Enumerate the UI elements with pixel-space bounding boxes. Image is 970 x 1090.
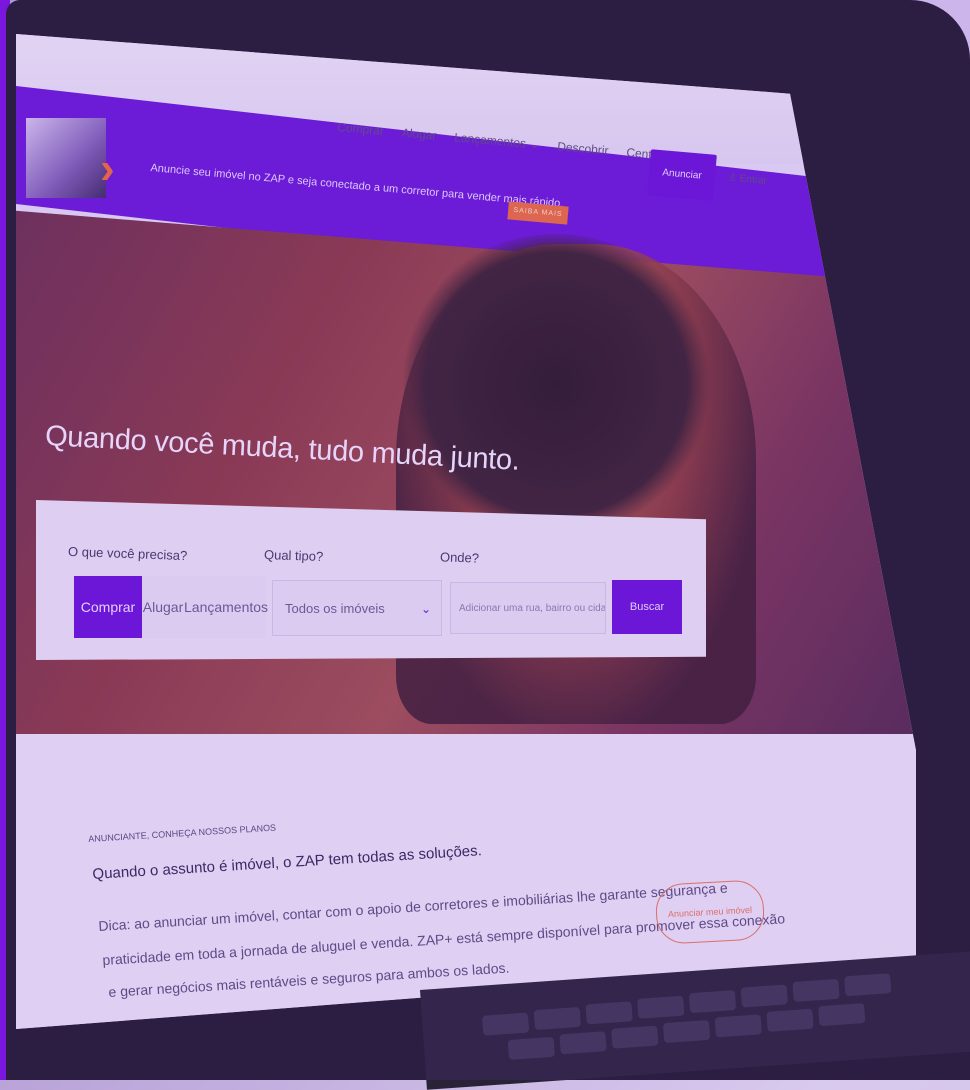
keyboard-key	[611, 1025, 659, 1049]
tab-alugar[interactable]: Alugar	[142, 576, 184, 638]
nav-link-alugar[interactable]: Alugar	[401, 126, 437, 143]
keyboard-key	[844, 973, 892, 997]
keyboard-key	[585, 1001, 633, 1025]
keyboard-key	[481, 1012, 530, 1036]
keyboard-key	[637, 995, 685, 1019]
keyboard-key	[662, 1019, 711, 1044]
location-input[interactable]: Adicionar uma rua, bairro ou cidade	[450, 582, 606, 634]
chevron-down-icon: ⌄	[420, 602, 431, 616]
label-where: Onde?	[439, 549, 480, 566]
laptop-screen: › Comprar Alugar Lançamentos ⌄ Descobrir…	[16, 34, 916, 1029]
announce-button[interactable]: Anunciar	[647, 149, 717, 201]
keyboard-key	[740, 984, 788, 1008]
keyboard-key	[507, 1036, 555, 1060]
tab-lancamentos[interactable]: Lançamentos	[184, 576, 268, 638]
property-type-value: Todos os imóveis	[285, 601, 385, 616]
keyboard-key	[792, 978, 840, 1002]
promo-thumbnail	[26, 118, 106, 198]
announce-property-button[interactable]: Anunciar meu imóvel	[654, 879, 766, 945]
zap-logo-chevron-icon: ›	[100, 144, 115, 193]
keyboard-key	[533, 1006, 581, 1031]
keyboard-key	[688, 990, 737, 1014]
property-type-select[interactable]: Todos os imóveis ⌄	[272, 580, 442, 636]
search-button[interactable]: Buscar	[612, 580, 682, 634]
tab-comprar[interactable]: Comprar	[74, 576, 142, 638]
keyboard-key	[714, 1014, 762, 1038]
keyboard-key	[818, 1003, 866, 1027]
user-icon: ♙	[727, 171, 738, 184]
label-type: Qual tipo?	[263, 546, 324, 565]
hero-photo-hair	[396, 234, 716, 534]
keyboard-key	[559, 1031, 607, 1055]
laptop-body: › Comprar Alugar Lançamentos ⌄ Descobrir…	[6, 0, 970, 1080]
keyboard-key	[766, 1008, 814, 1032]
